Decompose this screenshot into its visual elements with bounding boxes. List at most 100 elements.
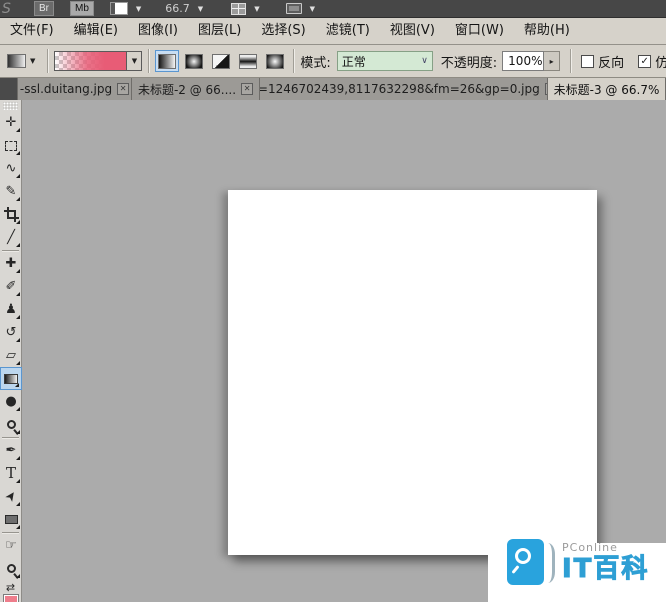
reverse-option: 反向 (581, 52, 624, 71)
tab-document-1[interactable]: -ssl.duitang.jpg ✕ (18, 78, 132, 100)
watermark-brand: PConline (562, 541, 649, 554)
tab-document-4-active[interactable]: 未标题-3 @ 66.7% (548, 78, 666, 100)
tab-label: u=1246702439,8117632298&fm=26&gp=0.jpg (260, 82, 540, 96)
diamond-gradient-button[interactable] (263, 50, 287, 72)
screen-mode-icon[interactable] (286, 3, 302, 14)
tool-clone-stamp[interactable]: ♟ (0, 298, 22, 321)
tool-eraser[interactable]: ▱ (0, 344, 22, 367)
blend-mode-value: 正常 (342, 53, 366, 70)
chevron-down-icon[interactable]: ▼ (254, 5, 259, 13)
tool-spot-healing[interactable]: ✚ (0, 252, 22, 275)
tool-eyedropper[interactable]: ╱ (0, 226, 22, 249)
panel-grip[interactable] (3, 102, 18, 110)
divider (148, 49, 149, 73)
tool-preset-picker[interactable]: ▼ (7, 54, 41, 68)
foreground-color-swatch[interactable] (3, 594, 19, 602)
magnifier-icon (7, 564, 16, 573)
menu-view[interactable]: 视图(V) (380, 18, 445, 45)
tool-dodge[interactable] (0, 413, 22, 436)
dither-option: ✓ 仿色 (638, 52, 666, 71)
arrange-documents-icon[interactable] (231, 3, 246, 15)
gradient-editor-preview[interactable]: ▼ (54, 51, 142, 71)
reverse-checkbox[interactable] (581, 55, 594, 68)
pen-icon: ✒ (6, 444, 17, 457)
chevron-down-icon: ∨ (421, 56, 428, 66)
watermark: PConline IT百科 (488, 543, 666, 602)
tab-document-2[interactable]: 未标题-2 @ 66.... ✕ (132, 78, 260, 100)
tool-crop[interactable] (0, 203, 22, 226)
chevron-down-icon[interactable]: ▼ (136, 5, 141, 13)
move-icon: ✛ (6, 116, 17, 129)
tab-document-3[interactable]: u=1246702439,8117632298&fm=26&gp=0.jpg ✕ (260, 78, 548, 100)
dodge-icon (7, 420, 16, 429)
tool-path-selection[interactable]: ➤ (0, 485, 22, 508)
swap-colors-button[interactable]: ⇄ (0, 580, 21, 594)
angle-gradient-button[interactable] (209, 50, 233, 72)
path-selection-icon: ➤ (3, 488, 20, 504)
opacity-slider-button[interactable]: ▸ (544, 51, 560, 71)
menu-edit[interactable]: 编辑(E) (64, 18, 128, 45)
ps-logo: S (2, 1, 28, 17)
gradient-picker-dropdown[interactable]: ▼ (126, 52, 141, 70)
menu-file[interactable]: 文件(F) (0, 18, 64, 45)
minibridge-button[interactable]: Mb (70, 1, 94, 16)
menu-help[interactable]: 帮助(H) (514, 18, 580, 45)
close-icon[interactable]: ✕ (241, 83, 253, 95)
tool-brush[interactable]: ✐ (0, 275, 22, 298)
tool-gradient-selected[interactable] (0, 367, 22, 390)
menu-filter[interactable]: 滤镜(T) (316, 18, 380, 45)
menu-select[interactable]: 选择(S) (251, 18, 315, 45)
marquee-icon (5, 141, 17, 151)
dither-checkbox[interactable]: ✓ (638, 55, 651, 68)
tool-type[interactable]: T (0, 462, 22, 485)
angle-gradient-icon (212, 54, 230, 69)
rectangle-icon (5, 515, 18, 524)
radial-gradient-button[interactable] (182, 50, 206, 72)
tool-history-brush[interactable]: ↺ (0, 321, 22, 344)
tool-pen[interactable]: ✒ (0, 439, 22, 462)
type-icon: T (6, 466, 16, 481)
zoom-level[interactable]: 66.7 (165, 2, 190, 15)
opacity-input[interactable]: 100% (502, 51, 544, 71)
tool-hand[interactable]: ☞ (0, 534, 22, 557)
tool-lasso[interactable]: ∿ (0, 157, 22, 180)
menu-bar: 文件(F) 编辑(E) 图像(I) 图层(L) 选择(S) 滤镜(T) 视图(V… (0, 18, 666, 45)
document-tab-bar: -ssl.duitang.jpg ✕ 未标题-2 @ 66.... ✕ u=12… (0, 78, 666, 100)
linear-gradient-button[interactable] (155, 50, 179, 72)
crop-icon (5, 208, 18, 221)
chevron-down-icon[interactable]: ▼ (198, 5, 203, 13)
blend-mode-select[interactable]: 正常 ∨ (337, 51, 433, 71)
tool-zoom[interactable] (0, 557, 22, 580)
gradient-swatch[interactable] (55, 52, 126, 70)
tool-quick-selection[interactable]: ✎ (0, 180, 22, 203)
opacity-value: 100% (508, 54, 542, 68)
reflected-gradient-button[interactable] (236, 50, 260, 72)
canvas-document[interactable] (228, 190, 597, 555)
menu-image[interactable]: 图像(I) (128, 18, 188, 45)
eraser-icon: ▱ (6, 349, 16, 362)
close-icon[interactable]: ✕ (117, 83, 129, 95)
chevron-down-icon[interactable]: ▼ (310, 5, 315, 13)
bracket-shape (548, 543, 555, 583)
view-extras-icon[interactable] (110, 2, 128, 15)
chevron-down-icon: ▼ (30, 57, 35, 65)
tool-blur[interactable]: ● (0, 390, 22, 413)
eyedropper-icon: ╱ (7, 231, 15, 244)
divider (2, 437, 19, 438)
tool-marquee[interactable] (0, 134, 22, 157)
dither-label: 仿色 (655, 52, 666, 71)
watermark-title: IT百科 (562, 554, 649, 584)
lasso-icon: ∿ (6, 162, 17, 175)
tool-move[interactable]: ✛ (0, 111, 22, 134)
quick-selection-icon: ✎ (6, 185, 17, 198)
diamond-gradient-icon (266, 54, 284, 69)
bridge-button[interactable]: Br (34, 1, 54, 16)
reflected-gradient-icon (239, 54, 257, 69)
menu-window[interactable]: 窗口(W) (445, 18, 514, 45)
blur-icon: ● (5, 395, 16, 408)
menu-layer[interactable]: 图层(L) (188, 18, 251, 45)
tool-shape[interactable] (0, 508, 22, 531)
clipped-tab[interactable] (0, 78, 18, 100)
swap-arrows-icon: ⇄ (6, 581, 15, 594)
radial-gradient-icon (185, 54, 203, 69)
